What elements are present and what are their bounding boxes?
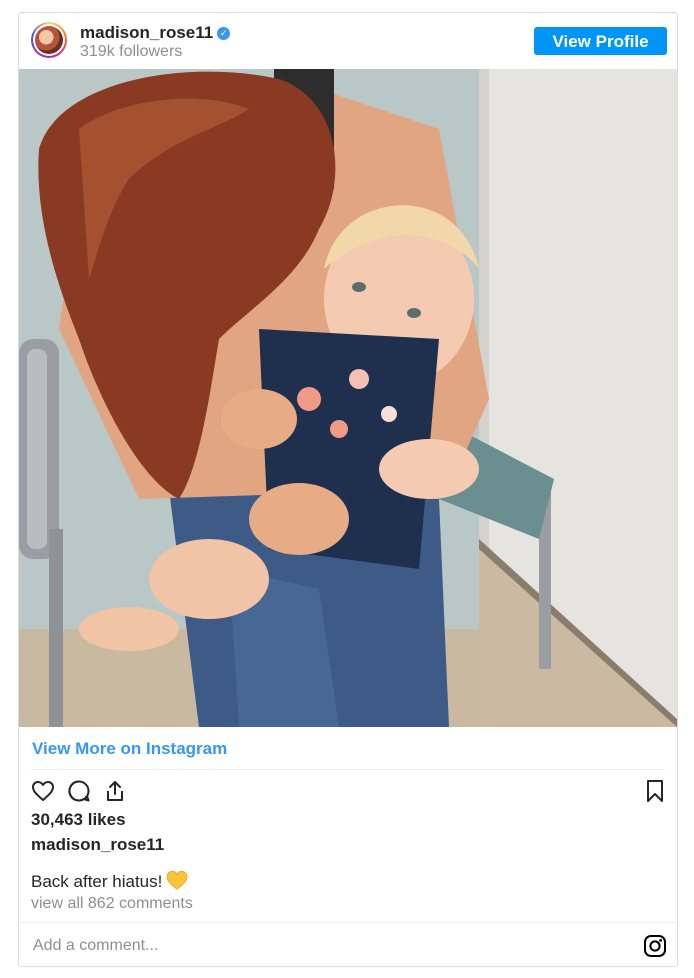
view-profile-button[interactable]: View Profile <box>534 27 667 55</box>
instagram-embed-card: madison_rose11 ✓ 319k followers View Prof… <box>18 12 678 967</box>
like-count[interactable]: 30,463 likes <box>31 810 126 830</box>
post-photo[interactable] <box>19 69 677 727</box>
avatar-image <box>35 26 63 54</box>
view-more-link[interactable]: View More on Instagram <box>32 739 227 759</box>
post-caption: Back after hiatus! <box>31 870 188 892</box>
add-comment-input[interactable] <box>31 936 595 956</box>
view-all-comments-link[interactable]: view all 862 comments <box>31 895 193 913</box>
verified-badge-icon: ✓ <box>217 27 231 40</box>
post-photo-illustration <box>19 69 677 727</box>
username-row[interactable]: madison_rose11 ✓ <box>80 23 231 43</box>
follower-count: 319k followers <box>80 43 183 60</box>
action-bar <box>31 779 667 805</box>
caption-text: Back after hiatus! <box>31 872 163 891</box>
username[interactable]: madison_rose11 <box>80 23 213 42</box>
post-owner-username[interactable]: madison_rose11 <box>31 835 164 855</box>
avatar[interactable] <box>31 22 67 58</box>
share-icon[interactable] <box>103 779 127 803</box>
add-comment-row <box>19 922 677 966</box>
divider <box>31 769 665 770</box>
post-header: madison_rose11 ✓ 319k followers View Prof… <box>19 13 677 69</box>
heart-icon[interactable] <box>31 779 55 803</box>
comment-icon[interactable] <box>67 779 91 803</box>
instagram-logo-icon[interactable] <box>643 934 667 958</box>
yellow-heart-emoji-icon <box>166 870 188 890</box>
bookmark-icon[interactable] <box>643 779 667 803</box>
